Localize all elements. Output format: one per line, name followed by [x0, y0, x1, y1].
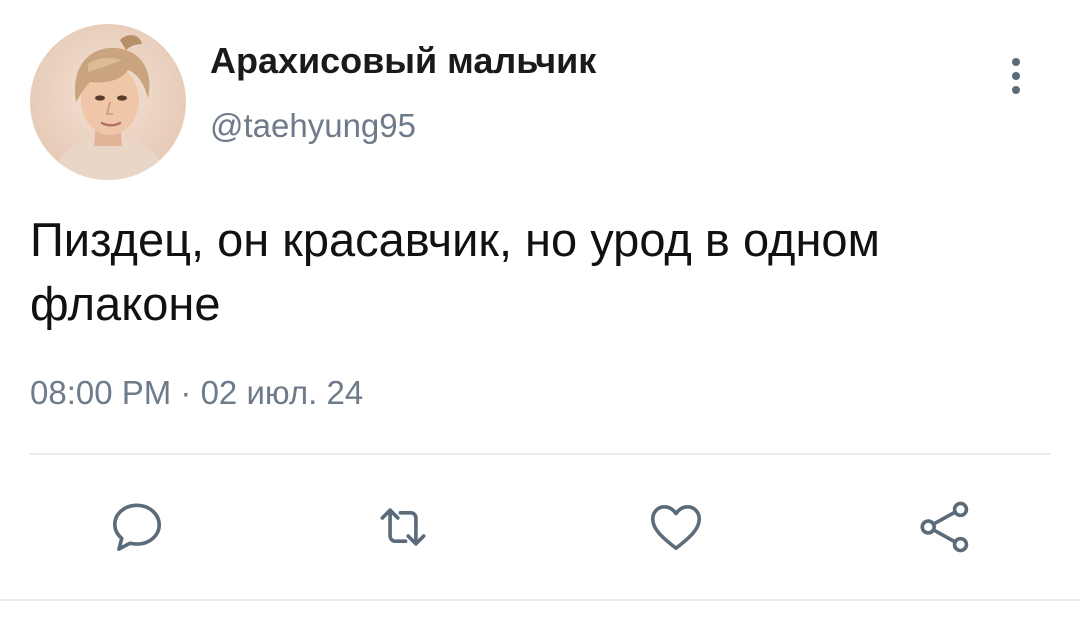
- divider: [0, 599, 1080, 601]
- retweet-button[interactable]: [370, 494, 436, 560]
- display-name[interactable]: Арахисовый мальчик: [210, 40, 596, 82]
- more-vertical-icon: [1012, 58, 1020, 94]
- heart-icon: [650, 505, 702, 550]
- avatar[interactable]: [30, 24, 186, 180]
- reply-button[interactable]: [104, 494, 170, 560]
- reply-icon: [112, 503, 162, 552]
- divider: [30, 453, 1050, 455]
- like-button[interactable]: [643, 494, 709, 560]
- share-button[interactable]: [912, 494, 978, 560]
- tweet-timestamp[interactable]: 08:00 PM · 02 июл. 24: [30, 374, 363, 412]
- tweet-text: Пиздец, он красавчик, но урод в одном фл…: [30, 213, 880, 330]
- retweet-icon: [380, 508, 426, 546]
- user-handle[interactable]: @taehyung95: [210, 107, 416, 145]
- more-options-button[interactable]: [1002, 52, 1030, 100]
- share-icon: [920, 501, 969, 553]
